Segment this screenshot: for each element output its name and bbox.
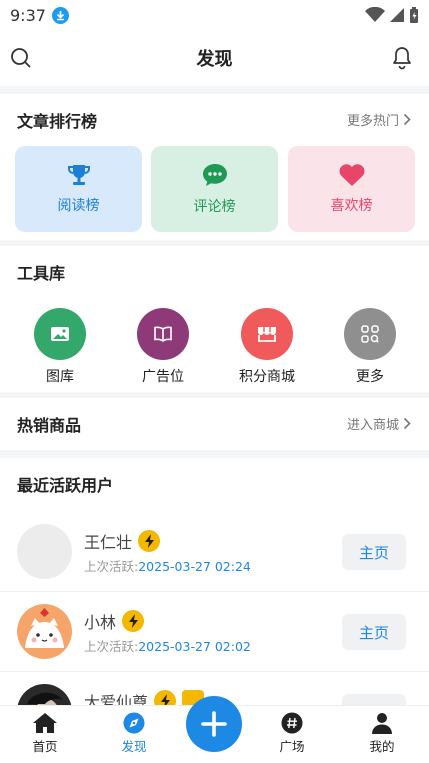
tab-home[interactable]: 首页	[10, 712, 80, 755]
compass-icon	[123, 712, 145, 734]
tab-square[interactable]: 广场	[257, 712, 327, 755]
enter-mall-link[interactable]: 进入商城	[347, 414, 411, 433]
tool-ad-slot[interactable]: 广告位	[123, 308, 203, 386]
user-row[interactable]: 小林 上次活跃:2025-03-27 02:02 主页	[0, 592, 429, 672]
grid-icon	[344, 308, 396, 360]
trophy-icon	[67, 165, 90, 185]
chevron-right-icon	[403, 417, 411, 430]
avatar[interactable]	[17, 684, 72, 705]
download-icon	[51, 6, 69, 24]
user-row[interactable]: 王仁壮 上次活跃:2025-03-27 02:24 主页	[0, 512, 429, 592]
lightning-badge-icon	[154, 690, 177, 705]
tab-mine[interactable]: 我的	[347, 712, 417, 755]
bottom-tab-bar: 首页 发现 广场 我的	[0, 696, 429, 763]
wifi-icon	[365, 7, 385, 22]
last-active-date: 2025-03-27 02:24	[138, 559, 251, 574]
tool-more[interactable]: 更多	[330, 308, 410, 386]
tool-label: 积分商城	[239, 369, 295, 385]
comment-icon	[202, 163, 227, 186]
avatar[interactable]	[17, 604, 72, 659]
search-icon[interactable]	[10, 47, 32, 69]
lightning-badge-icon	[122, 610, 145, 632]
rank-tile-label: 阅读榜	[57, 198, 100, 214]
rank-tile-label: 评论榜	[193, 198, 236, 215]
hot-products-section[interactable]: 热销商品 进入商城	[0, 398, 429, 450]
page-title: 发现	[196, 49, 233, 70]
rank-tile-read[interactable]: 阅读榜	[15, 146, 142, 232]
tab-label: 发现	[121, 739, 147, 754]
tool-label: 更多	[356, 369, 384, 385]
active-users-title: 最近活跃用户	[17, 476, 114, 495]
add-button[interactable]	[186, 696, 242, 752]
tool-gallery[interactable]: 图库	[20, 308, 100, 386]
tool-label: 广告位	[142, 369, 184, 385]
lightning-badge-icon	[138, 530, 161, 552]
enter-mall-label: 进入商城	[346, 418, 399, 433]
user-name: 大爱仙尊	[84, 693, 149, 705]
ranking-title: 文章排行榜	[17, 112, 98, 131]
user-name: 小林	[84, 613, 117, 632]
bell-icon[interactable]	[391, 46, 413, 70]
rank-tile-label: 喜欢榜	[330, 198, 373, 214]
hot-products-title: 热销商品	[17, 416, 82, 435]
avatar[interactable]	[17, 524, 72, 579]
tools-section: 工具库 图库 广告位 积分商城 更多	[0, 246, 429, 392]
hashtag-icon	[281, 712, 303, 734]
last-active-date: 2025-03-27 02:02	[138, 639, 251, 654]
store-icon	[241, 308, 293, 360]
tool-points-mall[interactable]: 积分商城	[227, 308, 307, 386]
tab-label: 首页	[32, 739, 58, 754]
tab-label: 我的	[369, 739, 395, 754]
active-users-section: 最近活跃用户 王仁壮 上次活跃:2025-03-27 02:24 主页 小林 上…	[0, 458, 429, 705]
chevron-right-icon	[403, 113, 411, 126]
tool-label: 图库	[46, 369, 74, 385]
rank-tile-comment[interactable]: 评论榜	[151, 146, 278, 232]
tools-title: 工具库	[17, 264, 66, 283]
last-active-text: 上次活跃:2025-03-27 02:02	[84, 639, 251, 654]
user-home-button[interactable]: 主页	[342, 534, 406, 570]
image-icon	[34, 308, 86, 360]
user-icon	[372, 713, 392, 734]
status-bar: 9:37	[0, 0, 429, 30]
ranking-section: 文章排行榜 更多热门 阅读榜 评论榜 喜欢榜	[0, 94, 429, 240]
tab-label: 广场	[279, 739, 305, 754]
tab-discover[interactable]: 发现	[99, 712, 169, 755]
battery-icon	[410, 6, 418, 23]
user-home-button[interactable]: 主页	[342, 614, 406, 650]
more-hot-link[interactable]: 更多热门	[347, 110, 411, 129]
signal-icon	[390, 8, 404, 22]
user-home-button[interactable]: 主页	[342, 694, 406, 705]
heart-icon	[339, 164, 364, 186]
status-time: 9:37	[10, 5, 46, 25]
top-bar: 发现	[0, 30, 429, 86]
rank-tile-like[interactable]: 喜欢榜	[288, 146, 415, 232]
plus-icon	[201, 711, 227, 737]
book-icon	[137, 308, 189, 360]
more-hot-label: 更多热门	[346, 114, 399, 129]
user-name: 王仁壮	[84, 533, 133, 552]
home-icon	[33, 713, 57, 733]
last-active-text: 上次活跃:2025-03-27 02:24	[84, 559, 251, 574]
